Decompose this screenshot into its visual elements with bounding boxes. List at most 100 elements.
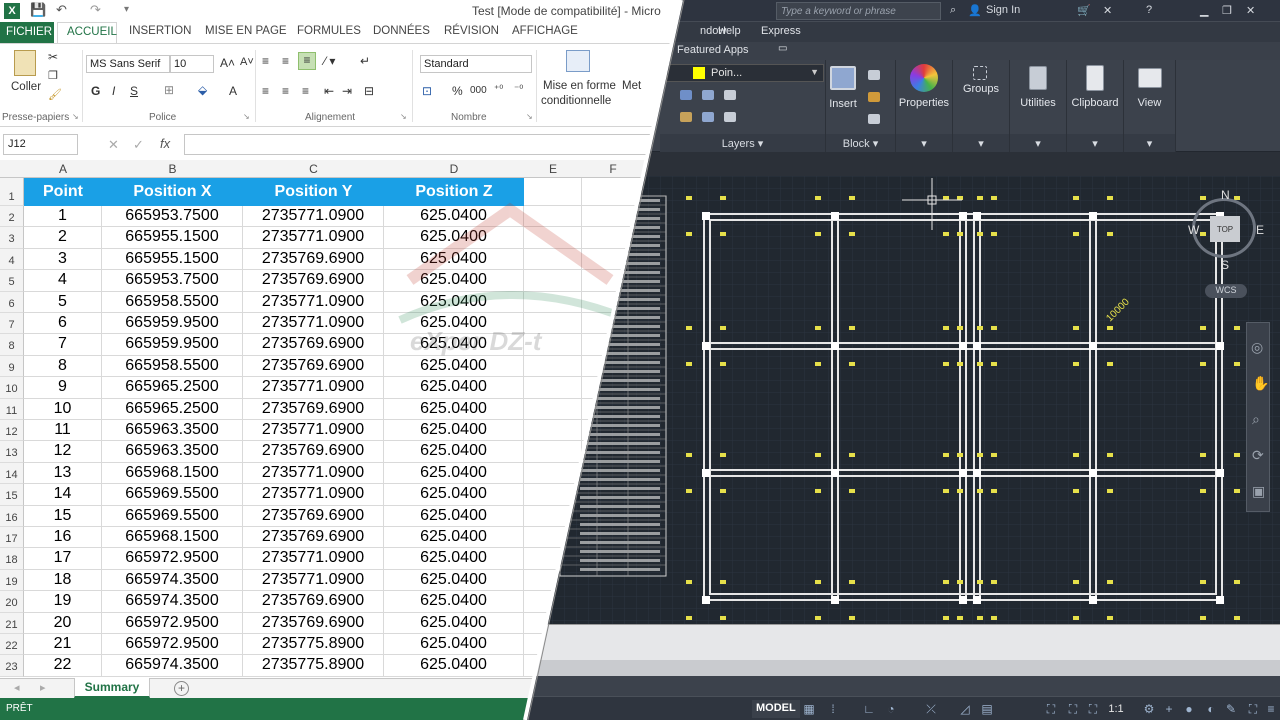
compass-east[interactable]: E xyxy=(1256,223,1264,237)
table-cell[interactable]: 665968.1500 xyxy=(102,527,243,549)
row-header[interactable]: 13 xyxy=(0,441,24,463)
viewcube-top-face[interactable]: TOP xyxy=(1210,216,1240,242)
accounting-icon[interactable]: ⊡ xyxy=(422,84,432,98)
expand-icon[interactable]: ▾ xyxy=(1010,134,1066,152)
column-header[interactable]: C xyxy=(243,162,384,176)
table-cell[interactable]: 665963.3500 xyxy=(102,420,243,442)
row-header[interactable]: 7 xyxy=(0,313,24,335)
table-cell[interactable]: 665969.5500 xyxy=(102,505,243,527)
steering-wheel-icon[interactable]: ◎ xyxy=(1251,339,1263,356)
snap-icon[interactable]: ⁞ xyxy=(826,702,840,716)
layer-tool-icon[interactable] xyxy=(702,112,714,122)
table-cell[interactable]: 2735769.6900 xyxy=(243,398,384,420)
sign-in-link[interactable]: Sign In xyxy=(986,4,1020,16)
table-cell[interactable]: 665955.1500 xyxy=(102,248,243,271)
column-header[interactable]: D xyxy=(384,162,524,176)
empty-cell[interactable] xyxy=(524,377,582,399)
name-box[interactable]: J12 xyxy=(3,134,78,155)
plus-icon[interactable]: + xyxy=(1162,702,1176,716)
font-color-icon[interactable]: A xyxy=(229,84,237,98)
table-cell[interactable]: 2735769.6900 xyxy=(243,591,384,613)
undo-icon[interactable]: ↶ xyxy=(56,2,67,18)
table-cell[interactable]: 3 xyxy=(24,248,102,271)
empty-cell[interactable] xyxy=(524,462,582,485)
minimize-icon[interactable]: ▁ xyxy=(1200,4,1208,17)
cart-icon[interactable]: 🛒 xyxy=(1077,4,1091,17)
clean-screen-icon[interactable]: ✎ xyxy=(1224,702,1238,716)
dialog-launcher-icon[interactable]: ↘ xyxy=(72,112,79,121)
table-cell[interactable]: 18 xyxy=(24,569,102,592)
enter-icon[interactable]: ✓ xyxy=(133,137,144,153)
table-cell[interactable]: 2735771.0900 xyxy=(243,420,384,442)
increase-decimal-icon[interactable]: ⁺⁰ xyxy=(494,84,503,95)
table-cell[interactable]: 665972.9500 xyxy=(102,612,243,634)
scroll-right-icon[interactable]: ▸ xyxy=(40,681,46,694)
table-cell[interactable]: 625.0400 xyxy=(384,227,524,249)
tab-featured-apps[interactable]: Featured Apps xyxy=(677,44,749,56)
table-cell[interactable]: 2735771.0900 xyxy=(243,484,384,506)
table-cell[interactable]: 625.0400 xyxy=(384,355,524,378)
ortho-icon[interactable]: ∟ xyxy=(862,702,876,716)
tab-insertion[interactable]: INSERTION xyxy=(129,25,191,37)
layer-tool-icon[interactable] xyxy=(724,90,736,100)
conditional-format-icon[interactable] xyxy=(566,50,590,72)
showmotion-icon[interactable]: ▣ xyxy=(1252,483,1265,500)
orbit-icon[interactable]: ⟳ xyxy=(1252,447,1264,464)
table-cell[interactable]: 2735771.0900 xyxy=(243,206,384,228)
empty-cell[interactable] xyxy=(524,398,582,420)
table-cell[interactable]: 14 xyxy=(24,484,102,506)
layer-tool-icon[interactable] xyxy=(680,90,692,100)
layer-tool-icon[interactable] xyxy=(702,90,714,100)
table-cell[interactable]: 625.0400 xyxy=(384,462,524,485)
table-header-cell[interactable]: Position Z xyxy=(384,178,524,206)
table-cell[interactable]: 665965.2500 xyxy=(102,398,243,420)
align-middle-icon[interactable]: ≡ xyxy=(282,54,289,68)
table-cell[interactable]: 665958.5500 xyxy=(102,355,243,378)
polar-icon[interactable]: ◔ xyxy=(884,702,898,716)
conditional-format-label-1[interactable]: Mise en forme xyxy=(543,80,616,92)
table-cell[interactable]: 625.0400 xyxy=(384,398,524,420)
search-input[interactable]: Type a keyword or phrase xyxy=(776,2,941,20)
align-top-icon[interactable]: ≡ xyxy=(262,54,269,68)
row-header[interactable]: 3 xyxy=(0,227,24,249)
table-header-cell[interactable]: Position Y xyxy=(243,178,384,206)
table-cell[interactable]: 665953.7500 xyxy=(102,206,243,228)
underline-button[interactable]: S xyxy=(130,84,138,98)
grid-icon[interactable]: ▦ xyxy=(802,702,816,716)
table-cell[interactable]: 2735769.6900 xyxy=(243,505,384,527)
annotation-icon[interactable]: ⛶ xyxy=(1044,702,1058,716)
layer-tool-icon[interactable] xyxy=(724,112,736,122)
empty-cell[interactable] xyxy=(524,227,582,249)
expand-icon[interactable]: ▾ xyxy=(896,134,952,152)
table-cell[interactable]: 2735775.8900 xyxy=(243,634,384,656)
increase-indent-icon[interactable]: ⇥ xyxy=(342,84,352,98)
table-cell[interactable]: 20 xyxy=(24,612,102,634)
table-cell[interactable]: 2735771.0900 xyxy=(243,377,384,399)
conditional-format-label-2[interactable]: conditionnelle xyxy=(541,95,611,107)
table-cell[interactable]: 625.0400 xyxy=(384,505,524,527)
empty-cell[interactable] xyxy=(524,420,582,442)
redo-icon[interactable]: ↷ xyxy=(90,2,101,18)
row-header[interactable]: 5 xyxy=(0,270,24,292)
pan-icon[interactable]: ✋ xyxy=(1252,375,1269,392)
table-cell[interactable]: 625.0400 xyxy=(384,206,524,228)
table-header-cell[interactable]: Position X xyxy=(102,178,243,206)
table-cell[interactable]: 665972.9500 xyxy=(102,548,243,570)
scroll-left-icon[interactable]: ◂ xyxy=(14,681,20,694)
table-cell[interactable]: 7 xyxy=(24,334,102,356)
block-tool-icon[interactable] xyxy=(868,114,880,124)
align-bottom-icon[interactable]: ≡ xyxy=(298,52,316,70)
table-cell[interactable]: 2735775.8900 xyxy=(243,655,384,677)
expand-icon[interactable]: ▾ xyxy=(1124,134,1175,152)
layers-panel-label[interactable]: Layers ▾ xyxy=(660,134,825,152)
tab-fichier[interactable]: FICHIER xyxy=(0,22,54,43)
decrease-indent-icon[interactable]: ⇤ xyxy=(324,84,334,98)
column-header[interactable]: B xyxy=(102,162,243,176)
table-cell[interactable]: 665959.9500 xyxy=(102,334,243,356)
borders-icon[interactable]: ⊞ xyxy=(164,83,174,97)
format-as-table-label[interactable]: Met xyxy=(622,80,641,92)
paste-icon[interactable] xyxy=(14,50,36,76)
tab-donnees[interactable]: DONNÉES xyxy=(373,25,430,37)
empty-cell[interactable] xyxy=(524,248,582,271)
utilities-panel[interactable]: Utilities ▾ xyxy=(1010,60,1067,152)
